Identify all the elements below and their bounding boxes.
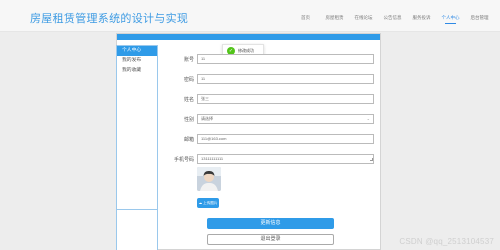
nav-admin[interactable]: 后台管理 (465, 14, 494, 22)
password-field[interactable]: 11 (197, 74, 374, 84)
cloud-upload-icon: ☁ (198, 201, 203, 205)
name-field[interactable]: 张三 (197, 94, 374, 104)
password-label: 密码 (183, 77, 194, 83)
main-nav: 首页 房屋租赁 在线论坛 公告信息 服务投诉 个人中心 后台管理 (291, 14, 494, 24)
nav-home[interactable]: 首页 (291, 14, 320, 22)
nav-personal-center[interactable]: 个人中心 (436, 14, 465, 24)
panel-accent-bar (117, 34, 380, 40)
email-label: 邮箱 (183, 137, 194, 143)
sidebar-lower-frame (116, 210, 158, 250)
sidebar-item-personal-center[interactable]: 个人中心 (117, 46, 157, 56)
account-label: 账号 (183, 57, 194, 63)
phone-label: 手机号码 (173, 157, 194, 163)
name-label: 姓名 (183, 97, 194, 103)
avatar-image (197, 167, 221, 191)
account-field[interactable]: 11 (197, 54, 374, 64)
gender-select-value: 请选择 (201, 116, 213, 121)
logout-button[interactable]: 退出登录 (207, 234, 334, 245)
sidebar-item-my-posts[interactable]: 我的发布 (117, 56, 157, 66)
phone-field[interactable]: 13111111111 (197, 154, 374, 164)
site-title: 房屋租赁管理系统的设计与实现 (30, 13, 189, 25)
nav-forum[interactable]: 在线论坛 (349, 14, 378, 22)
gender-label: 性别 (183, 117, 194, 123)
sidebar-item-my-favorites[interactable]: 我的收藏 (117, 66, 157, 76)
upload-image-label: 上传图片 (203, 201, 218, 205)
nav-house-rental[interactable]: 房屋租赁 (320, 14, 349, 22)
email-field[interactable]: 111@163.com (197, 134, 374, 144)
watermark: CSDN @qq_2513104537 (399, 237, 494, 246)
sidebar: 个人中心 我的发布 我的收藏 (116, 45, 158, 210)
gender-select[interactable]: 请选择 ⌄ (197, 114, 374, 124)
avatar (197, 167, 221, 191)
resize-handle-icon[interactable] (370, 158, 373, 161)
nav-complaints[interactable]: 服务投诉 (407, 14, 436, 22)
top-header: 房屋租赁管理系统的设计与实现 首页 房屋租赁 在线论坛 公告信息 服务投诉 个人… (0, 0, 500, 32)
nav-announcements[interactable]: 公告信息 (378, 14, 407, 22)
upload-image-button[interactable]: ☁ 上传图片 (197, 198, 219, 208)
chevron-down-icon: ⌄ (366, 116, 370, 121)
update-info-button[interactable]: 更新信息 (207, 218, 334, 229)
